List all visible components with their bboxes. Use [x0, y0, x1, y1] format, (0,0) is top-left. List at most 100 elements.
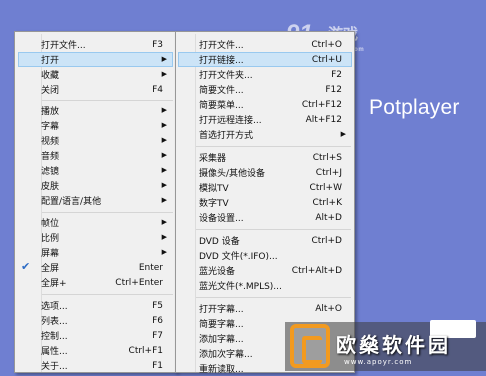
menu-item-label: 简要文件... — [199, 86, 244, 96]
menu-item-shortcut: Ctrl+O — [311, 39, 342, 50]
menu-item-open-file[interactable]: 打开文件... F3 — [18, 37, 173, 52]
menu-separator — [196, 297, 351, 298]
submenu-arrow-icon: ▶ — [161, 218, 167, 226]
menu-item-shortcut: Ctrl+J — [315, 167, 342, 178]
app-brand-label: Potplayer — [369, 96, 460, 119]
menu-item-shortcut: F3 — [152, 39, 163, 50]
menu-item-label: 打开 — [41, 56, 60, 66]
menu-item-label: 打开文件... — [41, 41, 86, 51]
submenu-arrow-icon: ▶ — [161, 196, 167, 204]
menu-separator — [42, 294, 173, 295]
menu-item-fullscreen[interactable]: ✔ 全屏 Enter — [18, 260, 173, 275]
menu-item-label: 皮肤 — [41, 182, 60, 192]
menu-item-label: 关闭 — [41, 86, 60, 96]
menu-item-properties[interactable]: 属性... Ctrl+F1 — [18, 343, 173, 358]
menu-item-label: 设备设置... — [199, 214, 244, 224]
menu-item-label: 字幕 — [41, 122, 60, 132]
menu-item-shortcut: Ctrl+S — [312, 152, 342, 163]
watermark-logo-icon — [290, 324, 330, 368]
menu-item-fullscreen-plus[interactable]: 全屏+ Ctrl+Enter — [18, 275, 173, 290]
submenu-arrow-icon: ▶ — [161, 248, 167, 256]
menu-item-label: DVD 设备 — [199, 237, 240, 247]
submenu-item-bluray-file[interactable]: 蓝光文件(*.MPLS)... — [178, 278, 352, 293]
menu-item-label: 数字TV — [199, 199, 229, 209]
menu-item-shortcut: Ctrl+W — [309, 182, 342, 193]
menu-item-open[interactable]: 打开 ▶ — [18, 52, 173, 67]
submenu-arrow-icon: ▶ — [161, 181, 167, 189]
menu-item-label: 重新读取... — [199, 365, 244, 375]
menu-item-shortcut: Alt+O — [315, 303, 342, 314]
menu-item-label: 蓝光设备 — [199, 267, 236, 277]
submenu-item-open-url[interactable]: 打开链接... Ctrl+U — [178, 52, 352, 67]
menu-item-shortcut: Alt+F12 — [305, 114, 342, 125]
submenu-item-bluray-device[interactable]: 蓝光设备 Ctrl+Alt+D — [178, 263, 352, 278]
menu-item-label: 列表... — [41, 317, 68, 327]
menu-item-control[interactable]: 控制... F7 — [18, 328, 173, 343]
menu-item-label: 模拟TV — [199, 184, 229, 194]
menu-item-screen[interactable]: 屏幕 ▶ — [18, 245, 173, 260]
menu-item-label: 控制... — [41, 332, 68, 342]
menu-item-label: 首选打开方式 — [199, 131, 254, 141]
menu-item-label: 添加次字幕... — [199, 350, 253, 360]
menu-item-label: 添加字幕... — [199, 335, 244, 345]
menu-item-shortcut: Ctrl+D — [311, 235, 343, 246]
menu-item-label: 配置/语言/其他 — [41, 197, 102, 207]
menu-item-skins[interactable]: 皮肤 ▶ — [18, 178, 173, 193]
menu-item-label: 比例 — [41, 234, 60, 244]
menu-item-close[interactable]: 关闭 F4 — [18, 82, 173, 97]
menu-item-label: 打开字幕... — [199, 305, 244, 315]
menu-item-playback[interactable]: 播放 ▶ — [18, 103, 173, 118]
menu-item-filters[interactable]: 滤镜 ▶ — [18, 163, 173, 178]
menu-separator — [196, 146, 351, 147]
submenu-arrow-icon: ▶ — [161, 233, 167, 241]
menu-item-shortcut: Ctrl+F12 — [301, 99, 342, 110]
menu-item-shortcut: Ctrl+K — [312, 197, 342, 208]
menu-item-label: DVD 文件(*.IFO)... — [199, 252, 278, 262]
menu-item-label: 打开链接... — [199, 56, 244, 66]
menu-item-shortcut: F1 — [152, 360, 163, 371]
menu-item-label: 属性... — [41, 347, 68, 357]
menu-item-config-language[interactable]: 配置/语言/其他 ▶ — [18, 193, 173, 208]
watermark-text: 欧燊软件园 — [336, 335, 451, 357]
menu-item-subtitles[interactable]: 字幕 ▶ — [18, 118, 173, 133]
submenu-arrow-icon: ▶ — [340, 130, 346, 138]
menu-item-aspect-ratio[interactable]: 比例 ▶ — [18, 230, 173, 245]
submenu-item-open-folder[interactable]: 打开文件夹... F2 — [178, 67, 352, 82]
submenu-item-brief-menu[interactable]: 简要菜单... Ctrl+F12 — [178, 97, 352, 112]
menu-separator — [42, 100, 173, 101]
submenu-arrow-icon: ▶ — [161, 121, 167, 129]
menu-item-options[interactable]: 选项... F5 — [18, 298, 173, 313]
context-menu-main: 打开文件... F3 打开 ▶ 收藏 ▶ 关闭 F4 播放 ▶ 字幕 ▶ 视频 … — [14, 31, 177, 373]
menu-item-label: 打开文件... — [199, 41, 244, 51]
menu-item-shortcut: Ctrl+U — [311, 54, 342, 65]
submenu-item-open-file[interactable]: 打开文件... Ctrl+O — [178, 37, 352, 52]
menu-item-playlist[interactable]: 列表... F6 — [18, 313, 173, 328]
submenu-item-open-remote[interactable]: 打开远程连接... Alt+F12 — [178, 112, 352, 127]
menu-item-shortcut: Ctrl+Enter — [115, 277, 163, 288]
menu-item-label: 播放 — [41, 107, 60, 117]
submenu-item-analog-tv[interactable]: 模拟TV Ctrl+W — [178, 180, 352, 195]
submenu-arrow-icon: ▶ — [161, 166, 167, 174]
submenu-item-open-subtitle[interactable]: 打开字幕... Alt+O — [178, 301, 352, 316]
menu-item-label: 滤镜 — [41, 167, 60, 177]
menu-item-label: 打开文件夹... — [199, 71, 253, 81]
submenu-item-webcam[interactable]: 摄像头/其他设备 Ctrl+J — [178, 165, 352, 180]
menu-separator — [42, 212, 173, 213]
submenu-item-digital-tv[interactable]: 数字TV Ctrl+K — [178, 195, 352, 210]
menu-separator — [196, 229, 351, 230]
submenu-item-device-settings[interactable]: 设备设置... Alt+D — [178, 210, 352, 225]
submenu-item-brief-file[interactable]: 简要文件... F12 — [178, 82, 352, 97]
submenu-item-preferred-open[interactable]: 首选打开方式 ▶ — [178, 127, 352, 142]
menu-item-video[interactable]: 视频 ▶ — [18, 133, 173, 148]
submenu-item-dvd-device[interactable]: DVD 设备 Ctrl+D — [178, 233, 352, 248]
menu-item-frame[interactable]: 帧位 ▶ — [18, 215, 173, 230]
menu-item-shortcut: Ctrl+F1 — [128, 345, 163, 356]
submenu-item-dvd-file[interactable]: DVD 文件(*.IFO)... — [178, 248, 352, 263]
menu-item-label: 视频 — [41, 137, 60, 147]
submenu-arrow-icon: ▶ — [161, 106, 167, 114]
menu-item-shortcut: Enter — [138, 262, 163, 273]
menu-item-favorites[interactable]: 收藏 ▶ — [18, 67, 173, 82]
watermark-url: www.apoyr.com — [344, 358, 413, 366]
menu-item-audio[interactable]: 音频 ▶ — [18, 148, 173, 163]
submenu-item-capture[interactable]: 采集器 Ctrl+S — [178, 150, 352, 165]
